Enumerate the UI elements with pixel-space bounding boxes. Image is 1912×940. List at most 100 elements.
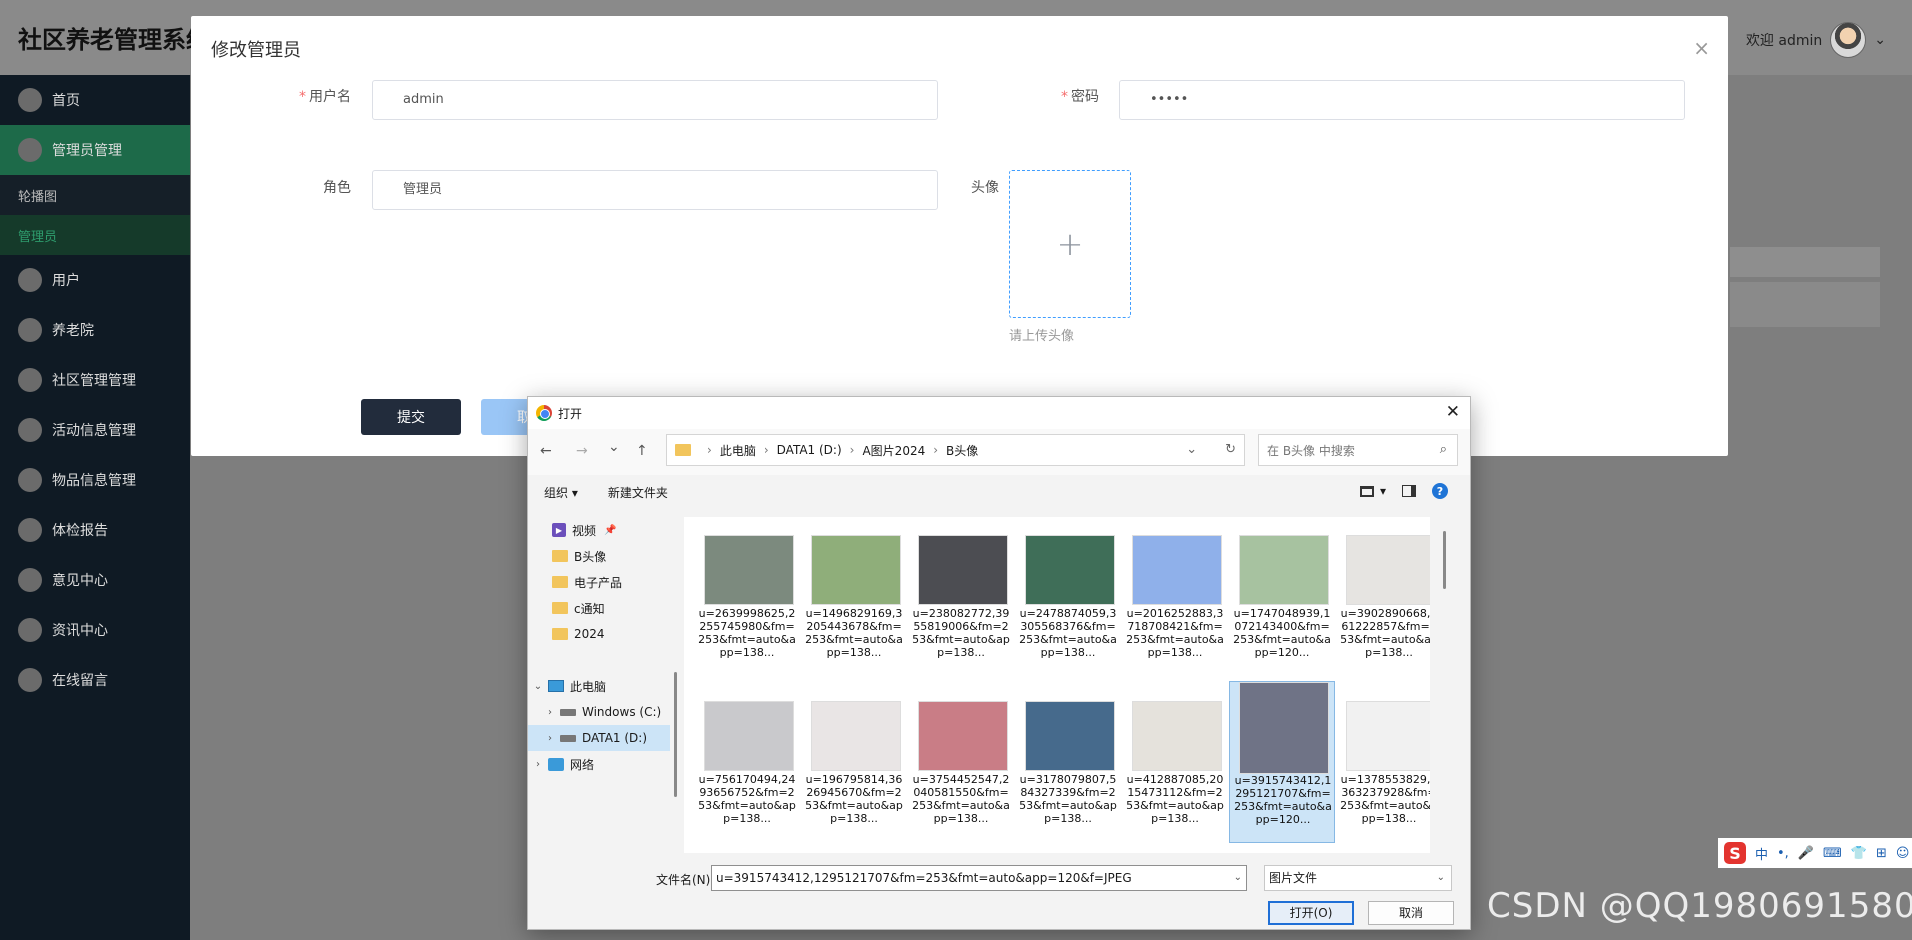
- file-item[interactable]: u=3915743412,1295121707&fm=253&fmt=auto&…: [1229, 681, 1335, 843]
- chevron-icon[interactable]: ›: [540, 707, 560, 718]
- sidebar-item[interactable]: 物品信息管理: [0, 455, 190, 505]
- forward-icon[interactable]: →: [576, 443, 588, 459]
- file-item[interactable]: u=3178079807,584327339&fm=253&fmt=auto&a…: [1015, 681, 1121, 843]
- scrollbar[interactable]: [1440, 517, 1450, 853]
- preview-pane-icon[interactable]: [1402, 485, 1416, 497]
- help-icon[interactable]: ?: [1432, 483, 1448, 499]
- avatar-upload[interactable]: +: [1009, 170, 1131, 318]
- file-item[interactable]: u=1747048939,1072143400&fm=253&fmt=auto&…: [1229, 517, 1335, 677]
- cancel-button[interactable]: 取消: [1368, 901, 1454, 925]
- apps-icon[interactable]: ⊞: [1876, 846, 1887, 861]
- punctuation-icon[interactable]: •,: [1777, 846, 1789, 861]
- tree-item-label: 此电脑: [570, 679, 607, 694]
- scrollbar[interactable]: [674, 517, 678, 853]
- close-icon[interactable]: ✕: [1446, 402, 1460, 422]
- file-item[interactable]: u=3754452547,2040581550&fm=253&fmt=auto&…: [908, 681, 1014, 843]
- sidebar-item[interactable]: 资讯中心: [0, 605, 190, 655]
- file-item[interactable]: u=756170494,2493656752&fm=253&fmt=auto&a…: [694, 681, 800, 843]
- file-item[interactable]: u=412887085,2015473112&fm=253&fmt=auto&a…: [1122, 681, 1228, 843]
- sidebar-item[interactable]: 在线留言: [0, 655, 190, 705]
- chevron-down-icon[interactable]: ⌄: [1234, 866, 1242, 890]
- user-menu[interactable]: 欢迎 admin ⌄: [1746, 22, 1886, 58]
- keyboard-icon[interactable]: ⌨: [1823, 846, 1842, 861]
- file-thumbnail: [1025, 535, 1115, 605]
- breadcrumb-item[interactable]: A图片2024: [862, 442, 925, 459]
- open-button[interactable]: 打开(O): [1268, 901, 1354, 925]
- tree-item-label: c通知: [574, 601, 605, 616]
- file-item[interactable]: u=2016252883,3718708421&fm=253&fmt=auto&…: [1122, 517, 1228, 677]
- up-icon[interactable]: ↑: [636, 443, 648, 459]
- sidebar-item-label: 社区管理管理: [52, 373, 136, 389]
- tree-item[interactable]: › DATA1 (D:): [528, 725, 670, 751]
- tree-item[interactable]: 电子产品: [528, 569, 670, 595]
- file-item[interactable]: u=3902890668,161222857&fm=253&fmt=auto&a…: [1336, 517, 1430, 677]
- sidebar-item[interactable]: 活动信息管理: [0, 405, 190, 455]
- chevron-icon[interactable]: ⌄: [528, 681, 548, 692]
- sidebar-item[interactable]: 首页: [0, 75, 190, 125]
- chevron-down-icon[interactable]: ⌄: [1186, 442, 1197, 457]
- organize-button[interactable]: 组织 ▾: [544, 484, 578, 501]
- chevron-down-icon[interactable]: ⌄: [1874, 32, 1886, 48]
- file-item[interactable]: u=2639998625,2255745980&fm=253&fmt=auto&…: [694, 517, 800, 677]
- username-field[interactable]: admin: [372, 80, 938, 120]
- breadcrumb-item[interactable]: B头像: [946, 442, 978, 459]
- file-name: u=3178079807,584327339&fm=253&fmt=auto&a…: [1019, 773, 1117, 825]
- view-dropdown-icon[interactable]: ▾: [1380, 484, 1386, 498]
- file-item[interactable]: u=1378553829,1363237928&fm=253&fmt=auto&…: [1336, 681, 1430, 843]
- tree-item[interactable]: B头像: [528, 543, 670, 569]
- tree-item[interactable]: c通知: [528, 595, 670, 621]
- menu-icon: [18, 88, 42, 112]
- file-item[interactable]: u=2478874059,3305568376&fm=253&fmt=auto&…: [1015, 517, 1121, 677]
- avatar[interactable]: [1830, 22, 1867, 58]
- new-folder-button[interactable]: 新建文件夹: [608, 484, 668, 501]
- file-thumbnail: [1346, 701, 1430, 771]
- file-thumbnail: [1346, 535, 1430, 605]
- breadcrumb-item[interactable]: DATA1 (D:): [777, 443, 842, 457]
- sidebar-item-label: 在线留言: [52, 673, 108, 689]
- chevron-icon[interactable]: ›: [540, 733, 560, 744]
- sidebar-item-label: 资讯中心: [52, 623, 108, 639]
- table-row: [1730, 247, 1880, 277]
- sidebar-item-label: 管理员管理: [52, 143, 122, 159]
- back-icon[interactable]: ←: [540, 443, 552, 459]
- tree-item[interactable]: 2024: [528, 621, 670, 647]
- skin-icon[interactable]: 👕: [1851, 846, 1867, 861]
- close-icon[interactable]: ×: [1693, 36, 1710, 60]
- network-icon: [548, 757, 564, 771]
- role-field[interactable]: 管理员: [372, 170, 938, 210]
- file-item[interactable]: u=238082772,3955819006&fm=253&fmt=auto&a…: [908, 517, 1014, 677]
- menu-icon: [18, 368, 42, 392]
- language-toggle[interactable]: 中: [1755, 844, 1768, 863]
- sidebar-item[interactable]: 用户: [0, 255, 190, 305]
- tree-item[interactable]: ⌄ 此电脑: [528, 673, 670, 699]
- sidebar-item[interactable]: 养老院: [0, 305, 190, 355]
- file-item[interactable]: u=1496829169,3205443678&fm=253&fmt=auto&…: [801, 517, 907, 677]
- chevron-icon[interactable]: ›: [528, 759, 548, 770]
- tree-item[interactable]: › 网络: [528, 751, 670, 777]
- sidebar-item[interactable]: 意见中心: [0, 555, 190, 605]
- tree-item[interactable]: ▶ 视频 📌: [528, 517, 670, 543]
- microphone-icon[interactable]: 🎤: [1798, 846, 1814, 861]
- file-item[interactable]: u=196795814,3626945670&fm=253&fmt=auto&a…: [801, 681, 907, 843]
- file-thumbnail: [1025, 701, 1115, 771]
- sidebar-item[interactable]: 体检报告: [0, 505, 190, 555]
- file-thumbnail: [1239, 682, 1329, 774]
- filetype-select[interactable]: 图片文件 ⌄: [1264, 865, 1452, 891]
- emoji-icon[interactable]: ☺: [1896, 846, 1910, 861]
- submit-button[interactable]: 提交: [361, 399, 461, 435]
- search-input[interactable]: 在 B头像 中搜索 ⌕: [1258, 434, 1458, 466]
- recent-locations-icon[interactable]: ⌄: [608, 439, 620, 455]
- view-icon[interactable]: [1359, 485, 1374, 497]
- sidebar-item[interactable]: 轮播图: [0, 175, 190, 215]
- refresh-icon[interactable]: ↻: [1225, 442, 1236, 457]
- ime-toolbar[interactable]: S 中 •, 🎤 ⌨ 👕 ⊞ ☺: [1718, 838, 1912, 868]
- sidebar-item[interactable]: 管理员管理: [0, 125, 190, 175]
- sogou-icon[interactable]: S: [1724, 842, 1746, 864]
- breadcrumb-item[interactable]: 此电脑: [720, 442, 756, 459]
- sidebar-item[interactable]: 社区管理管理: [0, 355, 190, 405]
- password-field[interactable]: •••••: [1119, 80, 1685, 120]
- sidebar-item[interactable]: 管理员: [0, 215, 190, 255]
- filename-field[interactable]: u=3915743412,1295121707&fm=253&fmt=auto&…: [711, 865, 1247, 891]
- tree-item[interactable]: › Windows (C:): [528, 699, 670, 725]
- address-bar[interactable]: › 此电脑 › DATA1 (D:) › A图片2024 › B头像 ⌄ ↻: [666, 434, 1245, 466]
